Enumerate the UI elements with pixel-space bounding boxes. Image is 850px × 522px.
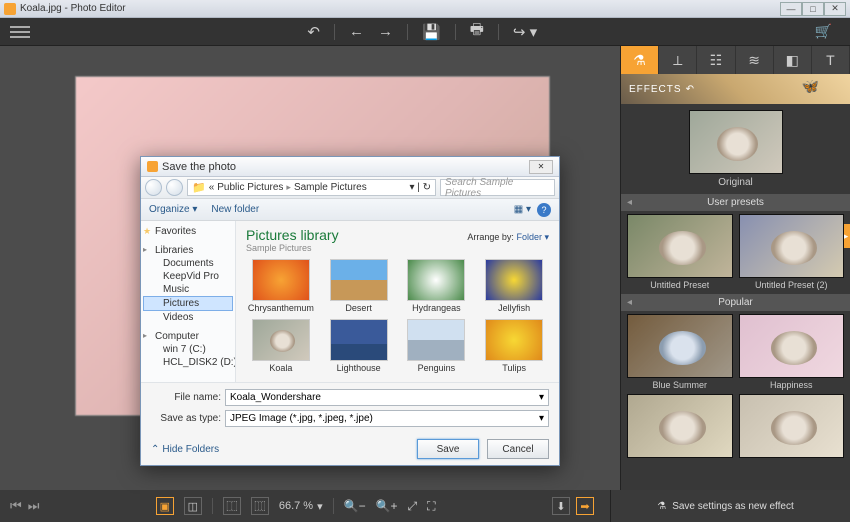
app-icon — [4, 3, 16, 15]
arrange-by[interactable]: Arrange by: Folder ▾ — [467, 232, 549, 243]
library-subtitle: Sample Pictures — [246, 243, 339, 253]
nav-forward-button[interactable] — [166, 179, 183, 196]
view-split-icon[interactable]: ⿰ — [223, 497, 241, 515]
save-effect-button[interactable]: ⚗ Save settings as new effect — [610, 490, 840, 522]
preset-extra-2[interactable] — [739, 394, 845, 470]
organize-button[interactable]: Organize ▾ — [149, 204, 197, 215]
export-icon[interactable]: ↪ ▾ — [513, 23, 537, 41]
dialog-icon — [147, 161, 158, 172]
hide-folders-button[interactable]: ⌃Hide Folders — [151, 444, 219, 455]
section-user-presets[interactable]: User presets — [621, 194, 850, 211]
breadcrumb[interactable]: 📁 « Public Pictures ▸ Sample Pictures ▾ … — [187, 179, 436, 196]
import-icon[interactable]: ⬇ — [552, 497, 570, 515]
top-toolbar: ↶ ← → 💾 🖶 ↪ ▾ 🛒 — [0, 18, 850, 46]
thumb-jellyfish[interactable]: Jellyfish — [479, 259, 549, 313]
folder-tree[interactable]: Favorites Libraries Documents KeepVid Pr… — [141, 221, 236, 382]
minimize-button[interactable]: — — [780, 2, 802, 16]
preset-untitled-1[interactable]: Untitled Preset — [627, 214, 733, 290]
tree-libraries[interactable]: Libraries — [143, 244, 233, 257]
effects-header: EFFECTS ↶ — [621, 74, 850, 104]
thumb-desert[interactable]: Desert — [324, 259, 394, 313]
thumb-chrysanthemum[interactable]: Chrysanthemum — [246, 259, 316, 313]
crumb-2[interactable]: Sample Pictures — [294, 182, 367, 193]
cart-icon[interactable]: 🛒 — [815, 23, 832, 40]
tree-favorites[interactable]: Favorites — [143, 225, 233, 238]
save-dialog: Save the photo ✕ 📁 « Public Pictures ▸ S… — [140, 156, 560, 466]
tree-videos[interactable]: Videos — [143, 311, 233, 324]
fit-icon[interactable]: ⤢ — [408, 499, 418, 514]
dialog-title: Save the photo — [162, 161, 236, 173]
search-input[interactable]: Search Sample Pictures — [440, 179, 555, 196]
tree-keepvid[interactable]: KeepVid Pro — [143, 270, 233, 283]
tab-text[interactable]: T — [812, 46, 850, 74]
thumb-penguins[interactable]: Penguins — [402, 319, 472, 373]
thumb-hydrangeas[interactable]: Hydrangeas — [402, 259, 472, 313]
undo-icon[interactable]: ↶ — [307, 23, 320, 41]
tree-music[interactable]: Music — [143, 283, 233, 296]
save-icon[interactable]: 💾 — [422, 23, 441, 41]
dialog-titlebar[interactable]: Save the photo ✕ — [141, 157, 559, 177]
view-compare-icon[interactable]: ◫ — [184, 497, 202, 515]
actual-size-icon[interactable]: ⛶ — [427, 499, 435, 514]
view-button[interactable]: ▦ ▾ — [514, 204, 531, 215]
preset-extra-1[interactable] — [627, 394, 733, 470]
tree-computer[interactable]: Computer — [143, 330, 233, 343]
thumb-lighthouse[interactable]: Lighthouse — [324, 319, 394, 373]
thumb-tulips[interactable]: Tulips — [479, 319, 549, 373]
tab-sliders[interactable]: ≋ — [736, 46, 774, 74]
crumb-1[interactable]: Public Pictures — [217, 182, 283, 193]
right-panel: ⚗ ⟂ ☷ ≋ ◧ T EFFECTS ↶ ▸ Original User pr… — [620, 46, 850, 490]
tab-effects[interactable]: ⚗ — [621, 46, 659, 74]
nav-back-button[interactable] — [145, 179, 162, 196]
filename-label: File name: — [151, 392, 221, 403]
dialog-close-button[interactable]: ✕ — [529, 160, 553, 174]
tab-adjust[interactable]: ☷ — [697, 46, 735, 74]
nav-first-icon[interactable]: ⏮ — [10, 498, 22, 514]
cancel-button[interactable]: Cancel — [487, 439, 549, 459]
tree-documents[interactable]: Documents — [143, 257, 233, 270]
canvas-area: Save the photo ✕ 📁 « Public Pictures ▸ S… — [0, 46, 620, 490]
menu-icon[interactable] — [10, 26, 30, 38]
zoom-out-icon[interactable]: 🔍− — [344, 499, 366, 513]
zoom-display[interactable]: 66.7 % ▾ — [279, 500, 323, 513]
prev-icon[interactable]: ← — [349, 23, 364, 40]
dialog-toolbar: Organize ▾ New folder ▦ ▾ ? — [141, 199, 559, 221]
thumb-koala[interactable]: Koala — [246, 319, 316, 373]
library-pane: Pictures library Sample Pictures Arrange… — [236, 221, 559, 382]
library-title: Pictures library — [246, 227, 339, 243]
view-before-after-icon[interactable]: ⿲ — [251, 497, 269, 515]
bottom-bar: ⏮ ⏭ ▣ ◫ ⿰ ⿲ 66.7 % ▾ 🔍− 🔍+ ⤢ ⛶ ⬇ ➡ ⚗ Sav… — [0, 490, 850, 522]
savetype-label: Save as type: — [151, 413, 221, 424]
folder-icon: 📁 — [192, 181, 206, 194]
view-single-icon[interactable]: ▣ — [156, 497, 174, 515]
savetype-select[interactable]: JPEG Image (*.jpg, *.jpeg, *.jpe)▾ — [225, 410, 549, 427]
maximize-button[interactable]: □ — [802, 2, 824, 16]
tree-hcl[interactable]: HCL_DISK2 (D:) — [143, 356, 233, 369]
section-popular[interactable]: Popular — [621, 294, 850, 311]
zoom-in-icon[interactable]: 🔍+ — [376, 499, 398, 513]
window-titlebar: Koala.jpg - Photo Editor — □ ✕ — [0, 0, 850, 18]
help-button[interactable]: ? — [537, 203, 551, 217]
new-folder-button[interactable]: New folder — [211, 204, 259, 215]
dialog-nav: 📁 « Public Pictures ▸ Sample Pictures ▾ … — [141, 177, 559, 199]
preset-original[interactable]: Original — [627, 110, 844, 188]
tree-pictures[interactable]: Pictures — [143, 296, 233, 311]
preset-untitled-2[interactable]: Untitled Preset (2) — [739, 214, 845, 290]
tab-retouch[interactable]: ◧ — [774, 46, 812, 74]
nav-last-icon[interactable]: ⏭ — [28, 498, 40, 514]
save-button[interactable]: Save — [417, 439, 479, 459]
next-icon[interactable]: → — [378, 23, 393, 40]
print-icon[interactable]: 🖶 — [470, 19, 484, 44]
preset-happiness[interactable]: Happiness — [739, 314, 845, 390]
tree-win7[interactable]: win 7 (C:) — [143, 343, 233, 356]
preset-blue-summer[interactable]: Blue Summer — [627, 314, 733, 390]
window-title: Koala.jpg - Photo Editor — [20, 3, 126, 14]
filename-input[interactable]: Koala_Wondershare▾ — [225, 389, 549, 406]
close-window-button[interactable]: ✕ — [824, 2, 846, 16]
tab-crop[interactable]: ⟂ — [659, 46, 697, 74]
export-bottom-icon[interactable]: ➡ — [576, 497, 594, 515]
